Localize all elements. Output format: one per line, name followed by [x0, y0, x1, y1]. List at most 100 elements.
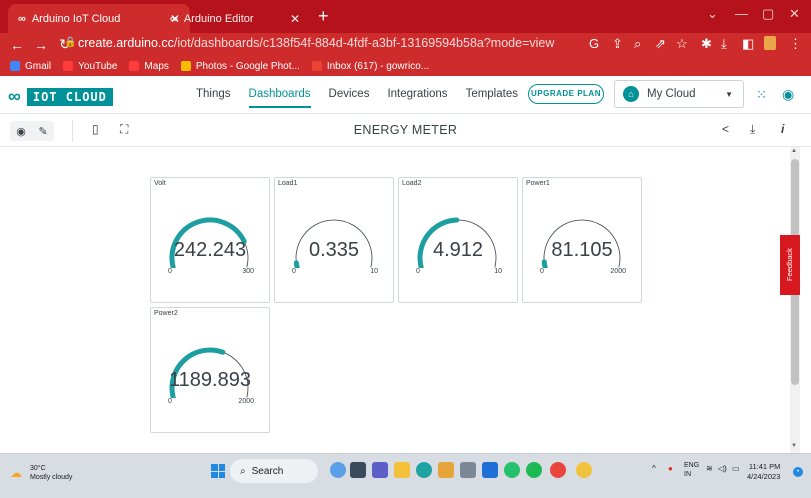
feedback-tab[interactable]: Feedback: [780, 235, 800, 295]
url-path: /iot/dashboards/c138f54f-884d-4fdf-a3bf-…: [173, 36, 555, 50]
apps-grid-icon[interactable]: ⁙: [756, 87, 767, 103]
photos-icon: [180, 61, 191, 71]
notification-icon[interactable]: •: [793, 467, 803, 477]
user-icon[interactable]: ◉: [782, 86, 794, 103]
tab-arduino-editor[interactable]: ∞ Arduino Editor ✕: [160, 4, 310, 33]
gauge-max: 300: [242, 268, 254, 275]
info-icon[interactable]: i: [781, 122, 784, 136]
app-icon[interactable]: [482, 462, 498, 478]
gauge-min: 0: [292, 268, 296, 275]
taskbar: ☁ 30°C Mostly cloudy ⌕ Search ^ ● ENG IN…: [0, 453, 811, 498]
chrome-icon[interactable]: [550, 462, 566, 478]
gauge-min: 0: [540, 268, 544, 275]
youtube-icon: [129, 61, 140, 71]
restore-icon[interactable]: ▢: [762, 6, 774, 22]
dashboard-toolbar: ◉ ✎ ▯ ⛶ ENERGY METER < ⤓ i: [0, 114, 811, 147]
bookmark-star-icon[interactable]: ☆: [676, 36, 688, 52]
back-icon[interactable]: ←: [10, 37, 24, 53]
minimize-icon[interactable]: —: [735, 6, 748, 21]
nav-things[interactable]: Things: [196, 88, 231, 108]
nav-dashboards[interactable]: Dashboards: [248, 88, 311, 108]
tab-title: Arduino Editor: [183, 12, 254, 25]
gauge-max: 10: [370, 268, 378, 275]
chevron-down-icon[interactable]: ⌄: [707, 6, 718, 22]
url-field[interactable]: create.arduino.cc/iot/dashboards/c138f54…: [78, 36, 554, 50]
gauge-value: 242.243: [173, 239, 247, 261]
nav-integrations[interactable]: Integrations: [387, 88, 447, 108]
volume-icon[interactable]: ◁): [718, 464, 727, 473]
battery-icon[interactable]: ▭: [732, 464, 740, 473]
gauge-value: 81.105: [551, 239, 613, 261]
share-icon[interactable]: <: [722, 122, 729, 136]
gauge-min: 0: [416, 268, 420, 275]
chrome-icon[interactable]: [576, 462, 592, 478]
google-icon[interactable]: G: [589, 36, 599, 51]
widget-name: Load2: [402, 180, 422, 187]
profile-avatar[interactable]: [764, 36, 776, 50]
windows-start-icon[interactable]: [211, 464, 225, 478]
more-icon[interactable]: ⋮: [789, 36, 802, 52]
edge-icon[interactable]: [416, 462, 432, 478]
chevron-up-icon[interactable]: ^: [652, 464, 656, 473]
whatsapp-icon[interactable]: [504, 462, 520, 478]
close-window-icon[interactable]: ✕: [789, 6, 800, 22]
nav-devices[interactable]: Devices: [329, 88, 370, 108]
cloud-selector[interactable]: ⌂ My Cloud ▼: [614, 80, 744, 108]
app-icon[interactable]: [438, 462, 454, 478]
gmail-icon: [10, 61, 20, 71]
spotify-icon[interactable]: [526, 462, 542, 478]
gauge-max: 10: [494, 268, 502, 275]
logo[interactable]: ∞ IOT CLOUD: [8, 86, 113, 107]
gauge-max: 2000: [238, 398, 254, 405]
gauge-widget-power2: Power2 1189.893 0 2000: [150, 307, 270, 433]
gauge-max: 2000: [610, 268, 626, 275]
gauge-value: 1189.893: [169, 369, 251, 391]
bookmark-youtube[interactable]: YouTube: [63, 61, 117, 72]
install-icon[interactable]: ⇪: [612, 36, 623, 52]
date: 4/24/2023: [747, 472, 781, 481]
teams-icon[interactable]: [372, 462, 388, 478]
tray-app-icon[interactable]: ●: [668, 464, 673, 473]
share-icon[interactable]: ⇗: [655, 36, 666, 52]
caret-down-icon: ▼: [725, 89, 733, 99]
nav-templates[interactable]: Templates: [466, 88, 518, 108]
copilot-icon[interactable]: [330, 462, 346, 478]
upgrade-plan-button[interactable]: UPGRADE PLAN: [528, 84, 604, 104]
bookmark-gmail[interactable]: Gmail: [10, 61, 51, 72]
bookmark-maps[interactable]: Maps: [129, 60, 169, 72]
download-icon[interactable]: ⤓: [721, 36, 727, 52]
wifi-icon[interactable]: ≋: [706, 464, 713, 473]
gauge-fill: [293, 260, 300, 268]
task-view-icon[interactable]: [350, 462, 366, 478]
gauge-min: 0: [168, 398, 172, 405]
arduino-logo-icon: ∞: [8, 86, 21, 106]
home-icon: ⌂: [623, 86, 639, 102]
cloud-label: My Cloud: [647, 88, 696, 100]
extensions-icon[interactable]: ✱: [701, 36, 712, 52]
bookmark-photos[interactable]: Photos - Google Phot...: [180, 61, 300, 72]
clock[interactable]: 11:41 PM 4/24/2023: [747, 462, 780, 482]
weather-widget[interactable]: ☁ 30°C Mostly cloudy: [10, 464, 72, 482]
dashboard-title: ENERGY METER: [353, 123, 458, 137]
address-bar-row: ← → ↻ 🔒 create.arduino.cc/iot/dashboards…: [0, 33, 811, 56]
lock-icon[interactable]: 🔒: [64, 37, 76, 48]
new-tab-button[interactable]: +: [318, 6, 329, 27]
bookmark-label: Maps: [144, 60, 169, 72]
zoom-icon[interactable]: ⌕: [634, 36, 641, 52]
weather-condition: Mostly cloudy: [30, 474, 73, 481]
taskbar-search[interactable]: ⌕ Search: [230, 459, 318, 483]
file-explorer-icon[interactable]: [394, 462, 410, 478]
scrollbar[interactable]: ▲ ▼: [790, 147, 800, 453]
brand-label: IOT CLOUD: [26, 87, 113, 106]
url-host: create.arduino.cc: [78, 36, 174, 50]
youtube-icon: [63, 61, 74, 71]
forward-icon[interactable]: →: [34, 37, 48, 53]
bookmark-inbox[interactable]: Inbox (617) - gowrico...: [311, 61, 429, 72]
scroll-down-icon[interactable]: ▼: [791, 443, 797, 449]
scroll-up-icon[interactable]: ▲: [791, 148, 797, 154]
download-icon[interactable]: ⤓: [750, 122, 755, 137]
close-icon[interactable]: ✕: [290, 12, 300, 26]
sidepanel-icon[interactable]: ◧: [742, 36, 754, 52]
store-icon[interactable]: [460, 462, 476, 478]
language-indicator[interactable]: ENG IN: [684, 461, 699, 479]
